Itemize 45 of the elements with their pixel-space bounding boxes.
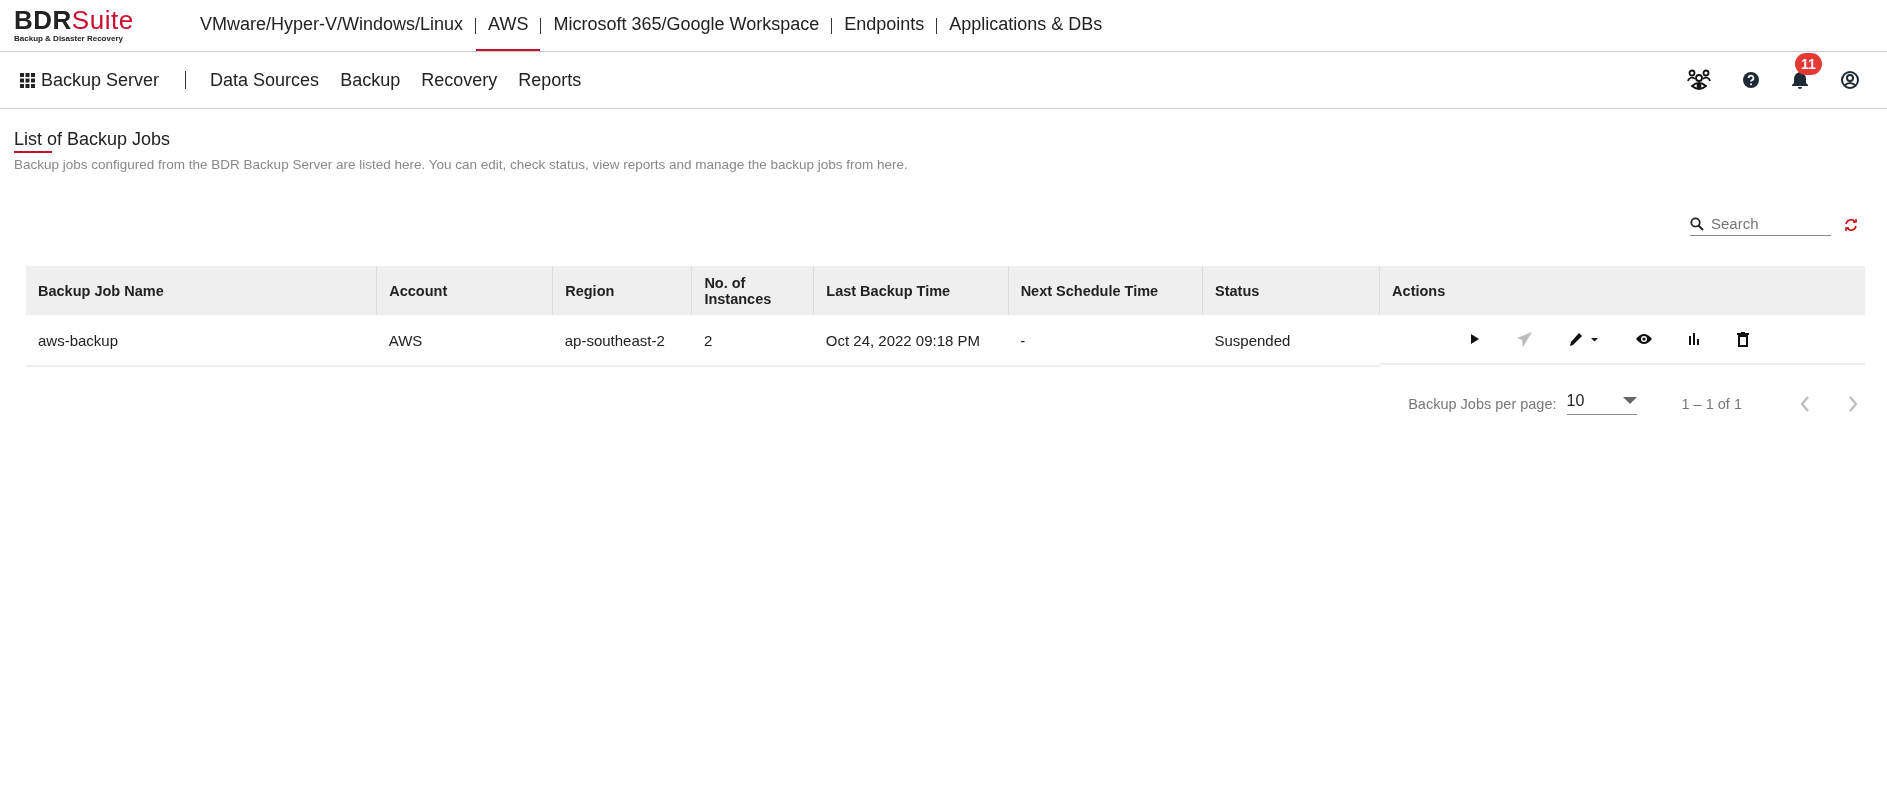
users-icon[interactable] (1687, 69, 1711, 91)
column-header: Last Backup Time (813, 266, 1009, 315)
help-icon[interactable] (1743, 72, 1759, 88)
bar-chart-icon[interactable] (1688, 333, 1701, 345)
column-header: Next Schedule Time (1008, 266, 1203, 315)
backup-server-menu[interactable]: Backup Server (20, 69, 160, 91)
per-page-label: Backup Jobs per page: (1408, 395, 1557, 412)
nav-link[interactable]: Reports (518, 69, 582, 91)
eye-icon[interactable] (1634, 333, 1653, 345)
column-header: Region (552, 266, 692, 315)
column-header: Actions (1379, 266, 1865, 315)
refresh-icon[interactable] (1843, 218, 1859, 232)
search-icon (1690, 216, 1704, 231)
column-header: Status (1202, 266, 1380, 315)
nav-link[interactable]: Recovery (421, 69, 498, 91)
grid-icon (20, 72, 35, 88)
product-tab[interactable]: Microsoft 365/Google Workspace (541, 0, 832, 51)
caret-icon (1622, 397, 1637, 405)
bell-icon[interactable] (1791, 70, 1809, 90)
table-cell: aws-backup (26, 315, 377, 366)
page-range: 1 – 1 of 1 (1681, 395, 1742, 412)
page-title: List of Backup Jobs (14, 129, 171, 153)
brand-tagline: Backup & Disaster Recovery (14, 34, 124, 43)
product-tab[interactable]: Endpoints (832, 0, 937, 51)
play-icon[interactable] (1469, 333, 1480, 345)
table-cell: 2 (691, 315, 814, 366)
product-tab[interactable]: VMware/Hyper-V/Windows/Linux (188, 0, 476, 51)
column-header: Account (376, 266, 553, 315)
per-page-select[interactable]: 10 (1566, 392, 1637, 415)
pencil-icon[interactable] (1568, 331, 1599, 347)
brand-logo: BDRSuite (14, 7, 135, 33)
table-cell: ap-southeast-2 (552, 315, 692, 366)
table-cell: - (1008, 315, 1203, 366)
trash-icon[interactable] (1736, 331, 1749, 347)
nav-link[interactable]: Backup (340, 69, 401, 91)
product-tab[interactable]: Applications & DBs (937, 0, 1115, 51)
nav-link[interactable]: Data Sources (210, 69, 320, 91)
notification-badge: 11 (1795, 53, 1822, 75)
page-description: Backup jobs configured from the BDR Backup Server are listed here. You can edit, check status, view reports and manage the backup jobs from here. (14, 157, 909, 172)
table-cell: AWS (376, 315, 553, 366)
table-cell: Suspended (1202, 315, 1380, 366)
column-header: No. of Instances (691, 266, 814, 315)
column-header: Backup Job Name (26, 266, 377, 315)
table-cell: Oct 24, 2022 09:18 PM (813, 315, 1009, 366)
user-icon[interactable] (1841, 71, 1859, 89)
